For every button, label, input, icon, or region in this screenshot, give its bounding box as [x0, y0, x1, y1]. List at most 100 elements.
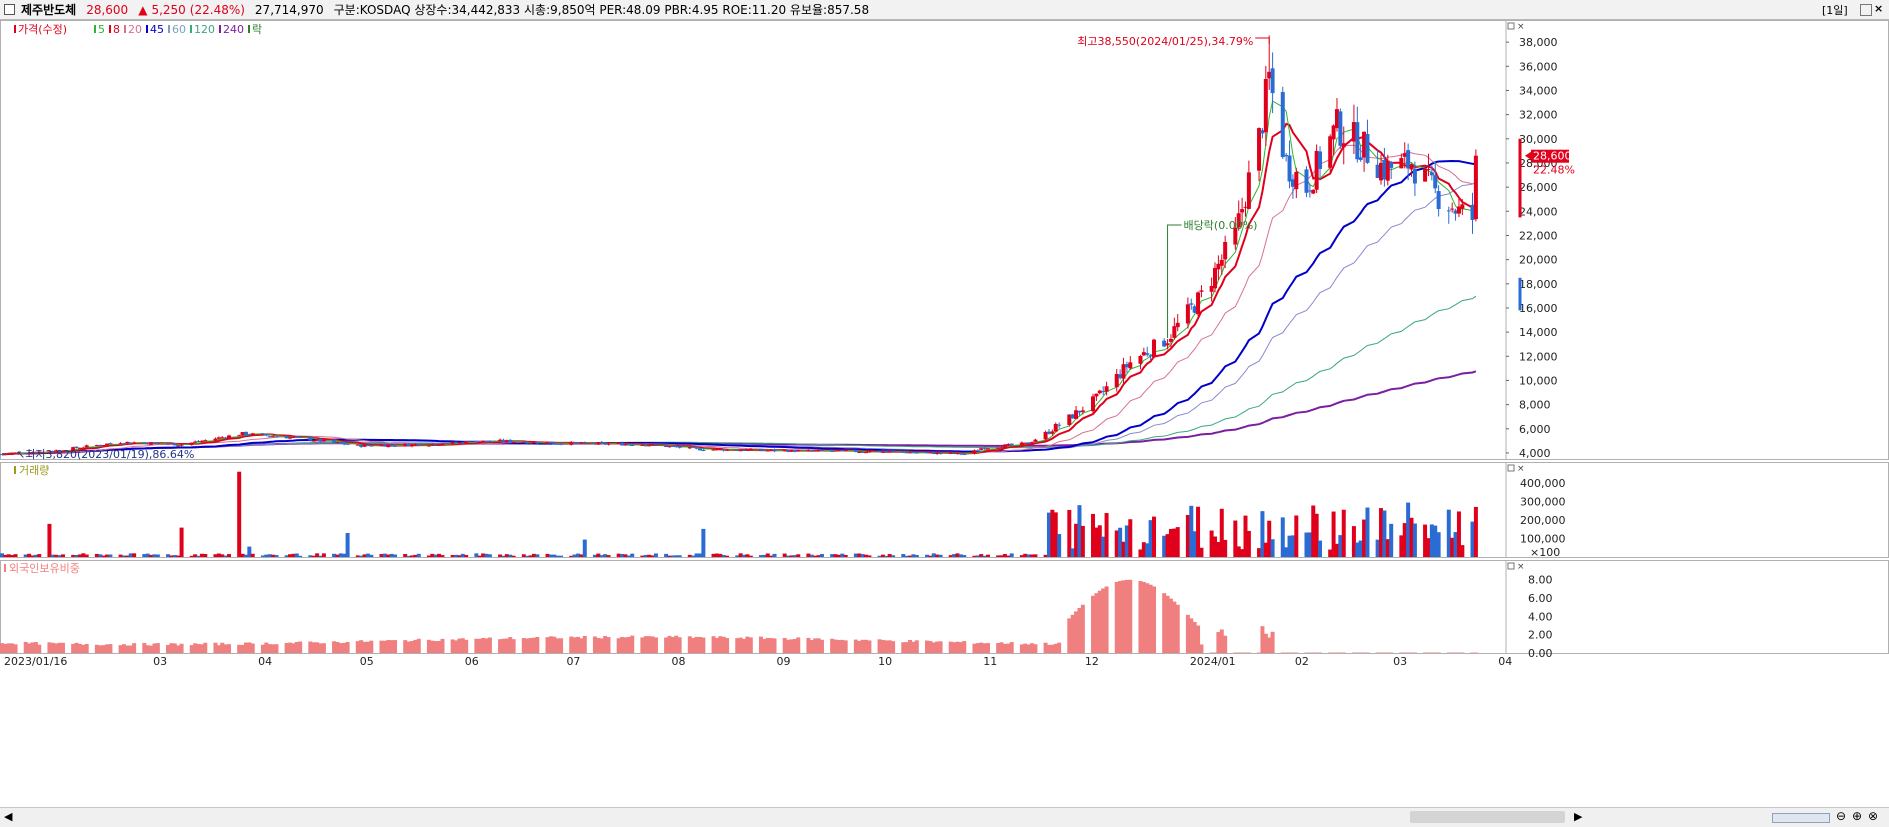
candle-body — [986, 448, 990, 449]
candle-body — [312, 441, 316, 442]
volume-bar — [701, 529, 705, 557]
candle-body — [1033, 440, 1037, 442]
candle-body — [1189, 303, 1193, 304]
stock-name[interactable]: 제주반도체 — [21, 1, 76, 18]
candle-body — [1172, 326, 1176, 338]
candle-body — [867, 451, 871, 452]
candle-body — [1271, 68, 1275, 93]
scroll-thumb[interactable] — [1410, 811, 1565, 823]
candle-body — [647, 445, 651, 446]
volume-bar — [1294, 515, 1298, 557]
volume-panel — [1, 463, 1889, 558]
candle-body — [264, 434, 268, 435]
foreign-legend: 외국인보유비중 — [9, 562, 80, 575]
foreign-ratio-bar — [796, 637, 800, 653]
zoom-out-icon[interactable]: ⊖ — [1836, 809, 1846, 823]
x-tick-label: 03 — [1393, 655, 1407, 668]
foreign-ratio-bar — [1176, 605, 1180, 653]
volume-bar — [678, 555, 682, 557]
volume-bar — [1057, 534, 1061, 557]
foreign-ratio-bar — [939, 641, 943, 653]
zoom-in-icon[interactable]: ⊕ — [1852, 809, 1862, 823]
volume-bar — [251, 554, 255, 557]
legend-label: 120 — [194, 23, 215, 36]
stock-info: 구분:KOSDAQ 상장수:34,442,833 시총:9,850억 PER:4… — [334, 1, 869, 18]
volume-bar — [298, 556, 302, 557]
volume-bar — [1413, 524, 1417, 557]
foreign-y-label: 2.00 — [1528, 629, 1553, 642]
legend-swatch — [109, 25, 111, 33]
candle-body — [1057, 425, 1061, 426]
x-tick-label: 06 — [465, 655, 479, 668]
candle-body — [695, 448, 699, 449]
price-y-label: 10,000 — [1519, 374, 1558, 387]
foreign-ratio-bar — [346, 642, 350, 653]
price-y-label: 36,000 — [1519, 60, 1558, 73]
price-change: 5,250 — [151, 3, 185, 17]
foreign-y-label: 8.00 — [1528, 574, 1553, 587]
foreign-ratio-bar — [180, 644, 184, 653]
foreign-ratio-bar — [417, 639, 421, 653]
candle-body — [274, 437, 278, 438]
candle-body — [390, 445, 394, 446]
candle-body — [1166, 343, 1170, 345]
foreign-ratio-bar — [1105, 586, 1109, 653]
price-y-label: 14,000 — [1519, 326, 1558, 339]
restore-icon[interactable] — [1860, 4, 1872, 16]
zoom-reset-icon[interactable]: ⊗ — [1868, 809, 1878, 823]
volume-panel-restore-icon — [1508, 465, 1514, 471]
candle-body — [1304, 169, 1308, 192]
candle-body — [1450, 209, 1454, 210]
zoom-slider[interactable] — [1772, 813, 1830, 823]
candle-body — [1030, 442, 1034, 443]
foreign-panel-restore-icon — [1508, 563, 1514, 569]
price-y-label: 20,000 — [1519, 254, 1558, 267]
candle-body — [227, 436, 231, 439]
candle-body — [1105, 386, 1109, 392]
candle-body — [132, 443, 136, 444]
period-button[interactable]: [1일] — [1822, 2, 1848, 18]
max-annotation-arrow — [1255, 38, 1269, 44]
foreign-ratio-bar — [606, 637, 610, 653]
foreign-panel-close-icon: × — [1517, 562, 1525, 572]
candle-body — [369, 446, 373, 447]
foreign-y-label: 4.00 — [1528, 610, 1553, 623]
candle-body — [1050, 431, 1054, 433]
volume-legend-swatch — [14, 466, 16, 474]
candle-body — [1240, 209, 1244, 212]
volume-bar — [37, 554, 41, 557]
close-icon[interactable]: × — [1874, 2, 1883, 15]
stock-chart[interactable]: ××× 2023/01/16030405060708091011122024/0… — [0, 20, 1889, 807]
candle-body — [1094, 394, 1098, 397]
foreign-ratio-bar — [1199, 644, 1203, 653]
candle-body — [261, 433, 265, 434]
select-checkbox[interactable] — [4, 4, 15, 15]
price-panel — [1, 21, 1889, 460]
foreign-ratio-bar — [559, 638, 563, 653]
volume-y-label: 200,000 — [1520, 514, 1566, 527]
candle-body — [298, 437, 302, 438]
candle-body — [464, 441, 468, 443]
ma120-line — [2, 296, 1476, 454]
up-arrow-icon: ▲ — [138, 3, 147, 17]
foreign-ratio-bar — [369, 641, 373, 653]
candle-body — [630, 445, 634, 446]
ma20-line — [2, 145, 1476, 454]
volume-bar — [1437, 532, 1441, 557]
volume-bar — [1365, 508, 1369, 557]
volume-bar — [132, 553, 136, 557]
candle-body — [180, 445, 184, 446]
legend-swatch — [190, 25, 192, 33]
horizontal-scrollbar[interactable]: ◀ ▶ ⊖ ⊕ ⊗ — [0, 807, 1889, 827]
foreign-ratio-bar — [85, 644, 89, 653]
candle-body — [1152, 340, 1156, 357]
volume-bar — [1128, 519, 1132, 557]
volume-bar — [227, 554, 231, 557]
legend-label: 45 — [150, 23, 164, 36]
candle-body — [915, 453, 919, 454]
scroll-right-icon[interactable]: ▶ — [1574, 810, 1582, 823]
scroll-left-icon[interactable]: ◀ — [4, 810, 12, 823]
candle-body — [440, 444, 444, 445]
candle-body — [678, 447, 682, 448]
price-y-label: 6,000 — [1519, 423, 1551, 436]
